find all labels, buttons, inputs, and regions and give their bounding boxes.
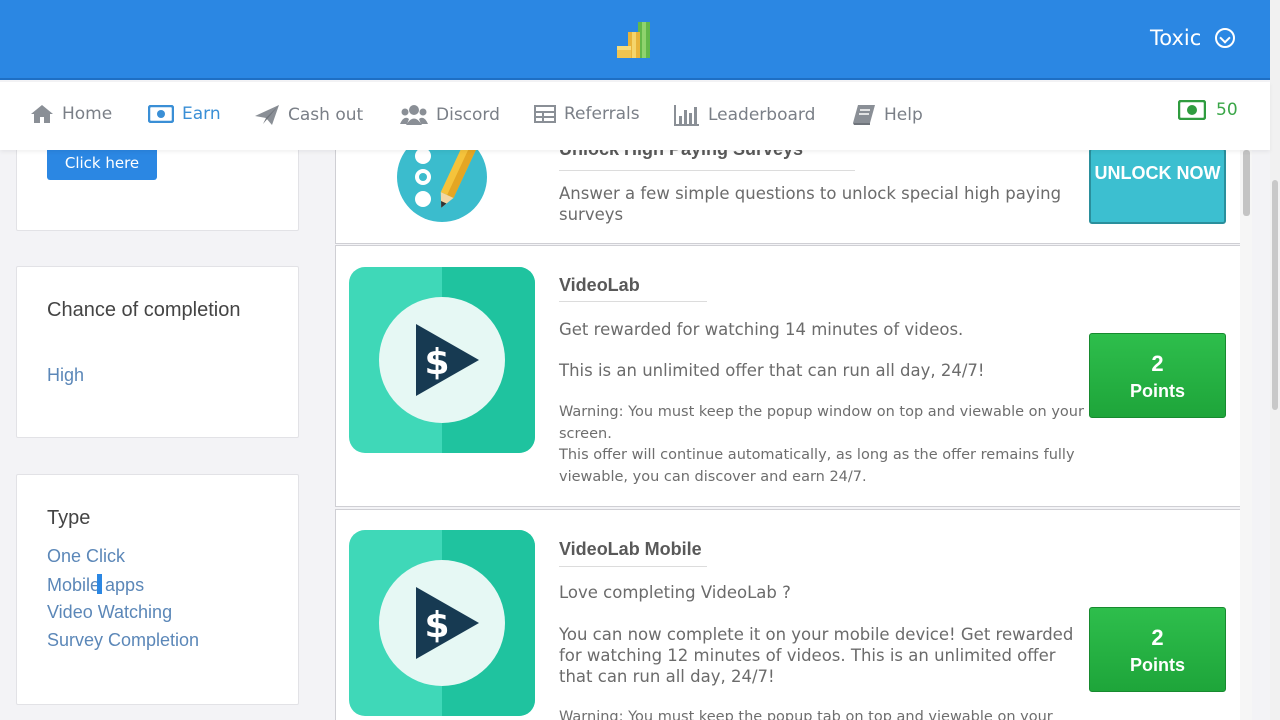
text-cursor (97, 574, 103, 594)
click-here-button[interactable]: Click here (47, 146, 157, 180)
scrollbar-thumb[interactable] (1243, 150, 1250, 216)
offer-line-2: This is an unlimited offer that can run … (559, 361, 985, 380)
users-icon (400, 105, 428, 125)
unlock-now-button[interactable]: UNLOCK NOW (1089, 148, 1226, 224)
offers-scrollbar[interactable] (1240, 150, 1252, 720)
offer-line-2: You can now complete it on your mobile d… (559, 625, 1074, 686)
main-nav: Home Earn Cash out Discord Referrals Lea… (0, 82, 1270, 150)
nav-home[interactable]: Home (30, 104, 112, 124)
bar-chart-icon (674, 105, 699, 126)
table-icon (534, 105, 556, 123)
points-value: 2 (1151, 625, 1164, 650)
nav-cash-out[interactable]: Cash out (254, 104, 363, 126)
home-icon (31, 105, 53, 123)
chance-value-link[interactable]: High (47, 365, 84, 386)
chevron-down-icon (1215, 28, 1236, 48)
offer-title: VideoLab Mobile (559, 539, 702, 559)
balance-value: 50 (1216, 100, 1238, 120)
title-underline (559, 566, 707, 567)
points-label: Points (1129, 381, 1185, 401)
offer-title: VideoLab (559, 275, 640, 295)
money-icon (148, 105, 174, 123)
play-dollar-icon: $ (416, 324, 479, 396)
type-option-video-watching[interactable]: Video Watching (47, 602, 172, 623)
nav-earn[interactable]: Earn (148, 104, 221, 124)
videolab-mobile-thumbnail[interactable]: $ (349, 530, 535, 716)
scrollbar-thumb[interactable] (1272, 180, 1278, 410)
offer-videolab-mobile: $ VideoLab Mobile Love completing VideoL… (335, 509, 1241, 720)
offer-videolab: $ VideoLab Get rewarded for watching 14 … (335, 245, 1241, 507)
points-label: Points (1129, 655, 1185, 675)
user-menu[interactable]: Toxic (1150, 26, 1236, 50)
offer-line-1: Get rewarded for watching 14 minutes of … (559, 320, 964, 339)
paper-plane-icon (255, 105, 279, 125)
title-underline (559, 170, 855, 171)
offer-description: Answer a few simple questions to unlock … (559, 184, 1062, 224)
points-button[interactable]: 2 Points (1089, 607, 1226, 692)
nav-help[interactable]: Help (852, 104, 923, 126)
nav-leaderboard[interactable]: Leaderboard (674, 104, 815, 126)
svg-text:$: $ (424, 342, 449, 383)
points-balance: 50 (1178, 100, 1238, 120)
money-icon (1178, 100, 1206, 120)
coins-logo-icon[interactable] (614, 20, 658, 62)
chance-card: Chance of completion High (16, 266, 299, 438)
offer-warning: Warning: You must keep the popup tab on … (559, 709, 1053, 720)
top-header: Toxic (0, 0, 1270, 80)
points-value: 2 (1151, 351, 1164, 376)
nav-discord[interactable]: Discord (400, 104, 500, 126)
play-dollar-icon: $ (416, 587, 479, 659)
points-button[interactable]: 2 Points (1089, 333, 1226, 418)
book-icon (853, 105, 875, 125)
nav-referrals[interactable]: Referrals (534, 104, 640, 124)
offer-line-1: Love completing VideoLab ? (559, 583, 791, 602)
chance-title: Chance of completion (47, 299, 241, 321)
username: Toxic (1150, 26, 1202, 50)
type-option-mobile-apps[interactable]: Mobile apps (47, 574, 144, 596)
title-underline (559, 301, 707, 302)
type-option-one-click[interactable]: One Click (47, 546, 125, 567)
type-title: Type (47, 507, 91, 529)
svg-text:$: $ (424, 605, 449, 646)
type-option-survey-completion[interactable]: Survey Completion (47, 630, 199, 651)
videolab-thumbnail[interactable]: $ (349, 267, 535, 453)
type-card: Type One Click Mobile apps Video Watchin… (16, 474, 299, 705)
page-scrollbar[interactable] (1270, 0, 1280, 720)
offer-note: This offer will continue automatically, … (559, 447, 1075, 485)
offer-warning: Warning: You must keep the popup window … (559, 404, 1084, 442)
